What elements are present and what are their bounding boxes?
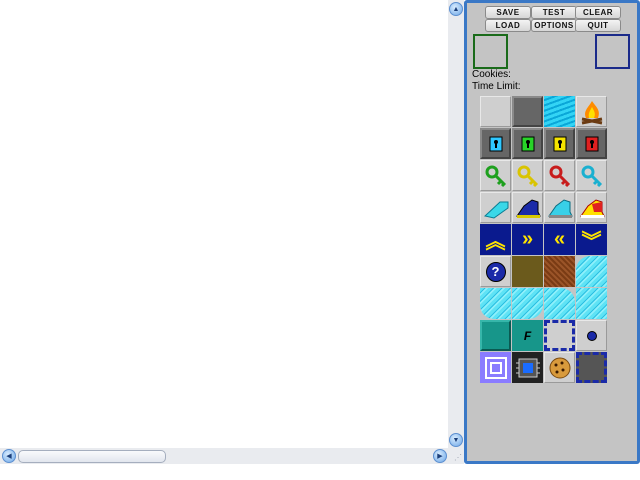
vertical-scrollbar[interactable]: ▲ ▼ [448,0,464,448]
red-lock-icon [585,136,598,151]
tile-ice-corner-tr[interactable] [544,288,575,319]
tile-button[interactable] [576,320,607,351]
force-right-icon: » [521,228,534,250]
yellow-key-icon [517,165,538,187]
tile-teleport[interactable] [480,352,511,383]
tile-wall[interactable] [512,96,543,127]
tile-gravel[interactable] [544,256,575,287]
green-key-icon [485,165,506,187]
tile-key-blue[interactable] [576,160,607,191]
tile-fire-boots[interactable] [576,192,607,223]
tile-key-red[interactable] [544,160,575,191]
options-button[interactable]: OPTIONS [531,19,577,32]
save-button[interactable]: SAVE [485,6,531,19]
hint-icon: ? [485,261,506,282]
flippers-icon [483,201,508,219]
quit-button[interactable]: QUIT [575,19,621,32]
chip-icon [515,358,540,377]
tile-lock-blue[interactable] [480,128,511,159]
suction-boots-icon [515,198,541,218]
tile-ice-corner[interactable] [576,256,607,287]
clear-button[interactable]: CLEAR [575,6,621,19]
cookies-label: Cookies: [472,69,511,80]
tile-lock-red[interactable] [576,128,607,159]
tile-flippers[interactable] [480,192,511,223]
tile-cookie[interactable] [544,352,575,383]
fire-icon [581,100,602,124]
yellow-lock-icon [553,136,566,151]
tile-water[interactable] [544,96,575,127]
tile-key-yellow[interactable] [512,160,543,191]
blue-key-icon [581,165,602,187]
tile-lock-green[interactable] [512,128,543,159]
scroll-right-icon[interactable]: ▶ [433,449,447,463]
force-down-icon: ︾ [581,231,602,253]
ice-skates-icon [547,198,573,218]
tile-force-down[interactable]: ︾ [576,224,607,255]
force-up-icon: ︽ [485,231,506,253]
scroll-up-icon[interactable]: ▲ [449,2,463,16]
tile-toggle-wall[interactable] [480,320,511,351]
fire-boots-icon [579,198,605,218]
tile-lock-yellow[interactable] [544,128,575,159]
horizontal-scroll-thumb[interactable] [18,450,166,463]
scroll-left-icon[interactable]: ◀ [2,449,16,463]
scroll-corner: ⋰ [448,448,464,464]
tile-suction-boots[interactable] [512,192,543,223]
load-button[interactable]: LOAD [485,19,531,32]
tile-toggle-floor[interactable] [544,320,575,351]
tile-force-left[interactable]: « [544,224,575,255]
force-left-icon: « [553,228,566,250]
blue-lock-icon [489,136,502,151]
level-canvas[interactable] [0,0,448,448]
teleport-icon [484,356,507,379]
tile-fake-floor[interactable]: F [512,320,543,351]
button-dot-icon [586,330,597,341]
time-limit-label: Time Limit: [472,81,521,92]
green-lock-icon [521,136,534,151]
secondary-tile-preview [595,34,630,69]
tile-ice-skates[interactable] [544,192,575,223]
test-button[interactable]: TEST [531,6,577,19]
tile-ice-corner-br[interactable] [512,288,543,319]
cookie-icon [549,357,570,378]
resize-grip-icon[interactable]: ⋰ [454,453,462,462]
horizontal-scrollbar[interactable]: ◀ ▶ [0,448,448,464]
tile-ice[interactable] [576,288,607,319]
tile-hint[interactable]: ? [480,256,511,287]
tile-fire[interactable] [576,96,607,127]
tile-force-right[interactable]: » [512,224,543,255]
tile-floor[interactable] [480,96,511,127]
red-key-icon [549,165,570,187]
scroll-down-icon[interactable]: ▼ [449,433,463,447]
tile-chip[interactable] [512,352,543,383]
fire-boots-glyph: F [523,328,532,343]
tile-force-up[interactable]: ︽ [480,224,511,255]
tile-dirt[interactable] [512,256,543,287]
tile-palette-panel: SAVE TEST CLEAR LOAD OPTIONS QUIT Cookie… [464,0,640,464]
primary-tile-preview [473,34,508,69]
tile-socket[interactable] [576,352,607,383]
tile-key-green[interactable] [480,160,511,191]
tile-ice-corner-bl[interactable] [480,288,511,319]
